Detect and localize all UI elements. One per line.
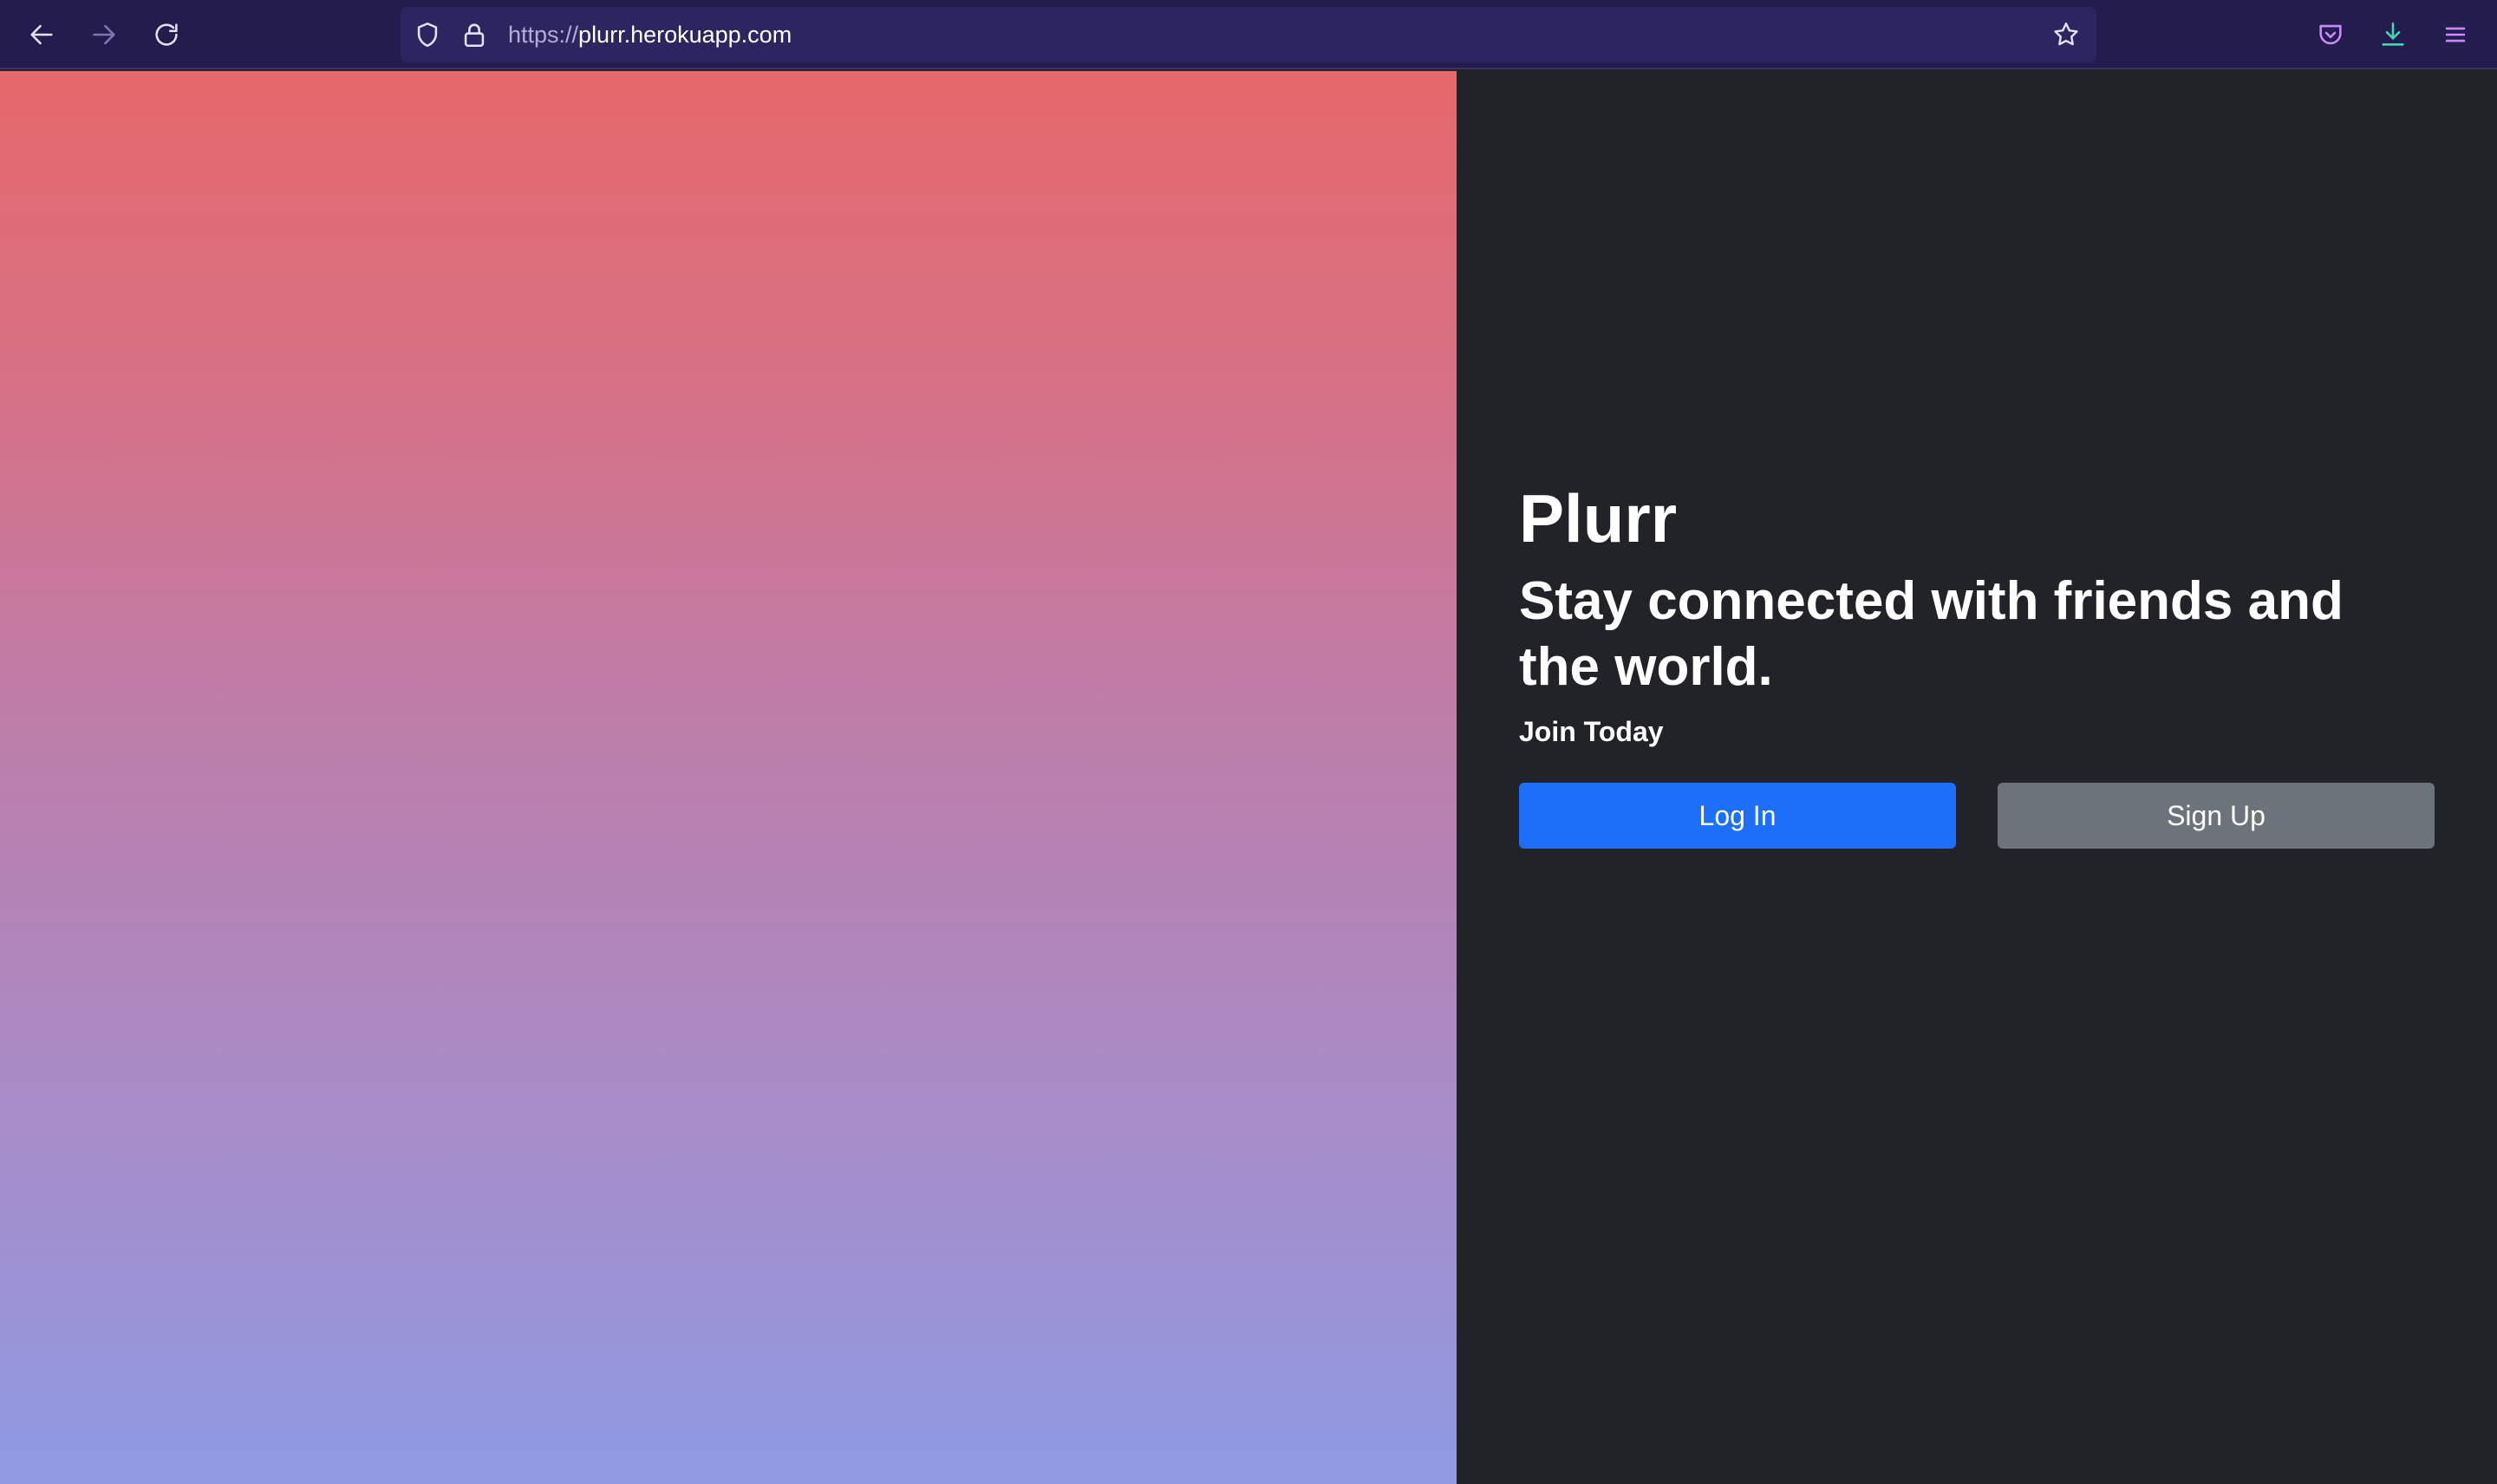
pocket-button[interactable] (2310, 14, 2351, 55)
hamburger-menu-icon (2445, 27, 2466, 42)
join-today-text: Join Today (1519, 716, 1664, 747)
url-bar[interactable]: https://plurr.herokuapp.com (401, 7, 2096, 62)
tagline: Stay connected with friends and the worl… (1519, 571, 2344, 697)
url-text[interactable]: https://plurr.herokuapp.com (508, 7, 792, 62)
url-scheme: https:// (508, 22, 579, 48)
welcome-panel: Plurr Stay connected with friends and th… (1457, 71, 2497, 1484)
reload-icon (155, 23, 178, 46)
lock-icon[interactable] (460, 20, 489, 49)
shield-icon[interactable] (413, 20, 442, 49)
reload-button[interactable] (146, 14, 187, 55)
forward-arrow-icon (93, 24, 115, 45)
browser-toolbar: https://plurr.herokuapp.com (0, 0, 2497, 69)
back-button[interactable] (21, 14, 62, 55)
download-icon (2382, 22, 2404, 46)
star-icon[interactable] (2051, 20, 2081, 49)
menu-button[interactable] (2435, 14, 2476, 55)
forward-button[interactable] (83, 14, 125, 55)
app-title: Plurr (1519, 480, 1678, 556)
login-button[interactable]: Log In (1519, 783, 1956, 849)
url-host: plurr.herokuapp.com (578, 22, 792, 48)
back-arrow-icon (30, 24, 53, 45)
signup-button[interactable]: Sign Up (1998, 783, 2435, 849)
downloads-button[interactable] (2372, 14, 2414, 55)
pocket-icon (2319, 24, 2342, 45)
hero-gradient-panel (0, 71, 1457, 1484)
